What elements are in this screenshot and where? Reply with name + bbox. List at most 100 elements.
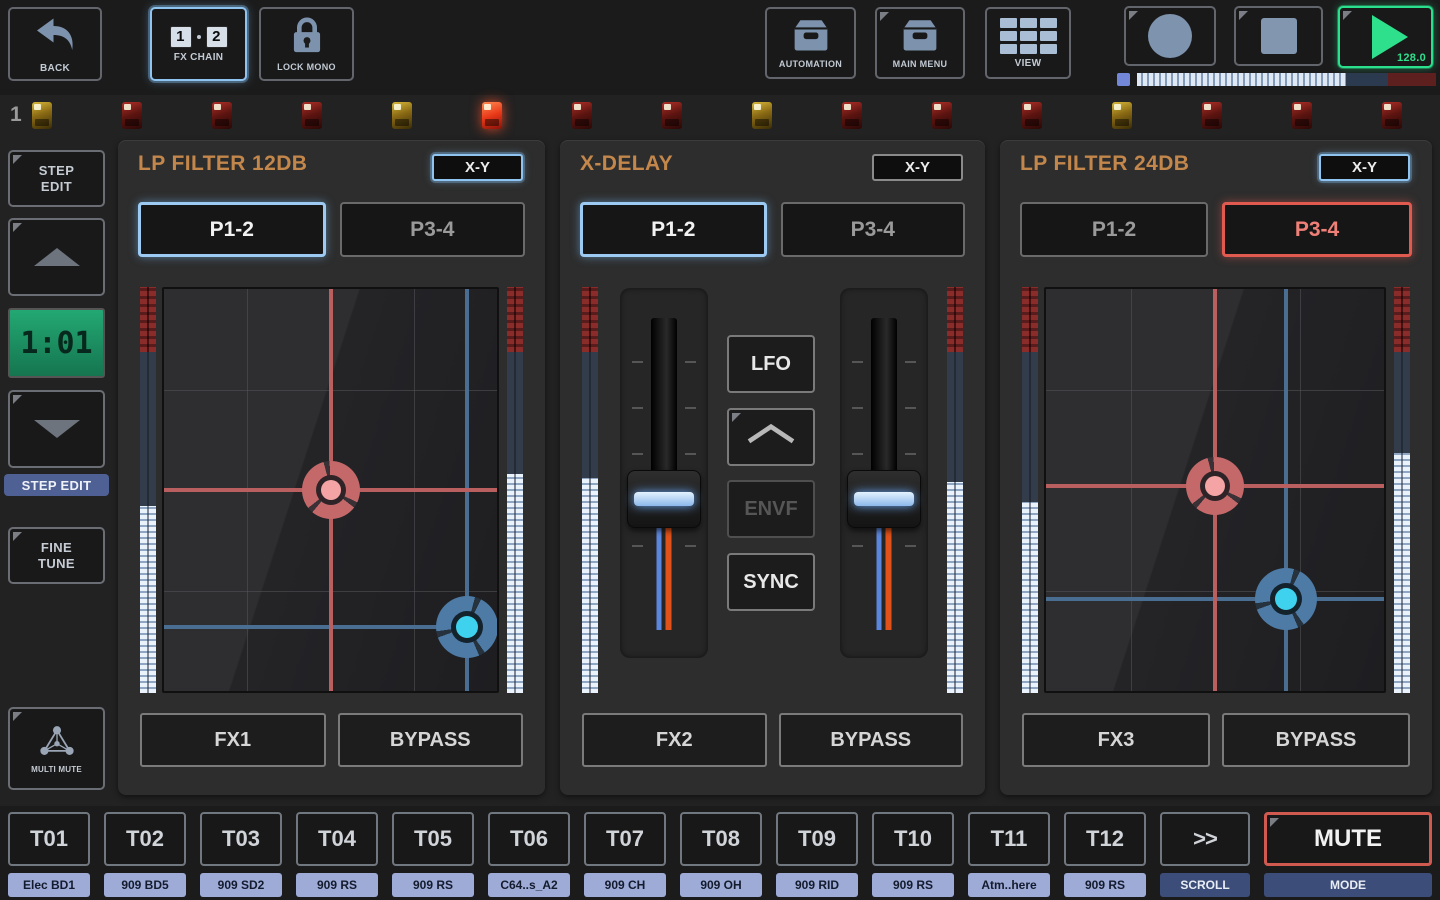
pad-icon[interactable] xyxy=(122,102,142,129)
scroll-up-button[interactable] xyxy=(8,218,105,296)
scroll-tracks-button[interactable]: >> xyxy=(1160,812,1250,866)
bpm-value: 128.0 xyxy=(1397,52,1426,64)
page-p34-button[interactable]: P3-4 xyxy=(1222,202,1412,257)
pad-icon[interactable] xyxy=(302,102,322,129)
fx-slot-button[interactable]: FX2 xyxy=(582,713,767,767)
track-button[interactable]: T07 xyxy=(584,812,666,866)
pad-icon[interactable] xyxy=(1292,102,1312,129)
pad-icon[interactable] xyxy=(392,102,412,129)
env-shape-button[interactable] xyxy=(727,408,815,466)
page-p34-button[interactable]: P3-4 xyxy=(781,202,966,257)
track-cell: T01 Elec BD1 xyxy=(8,812,90,897)
record-icon xyxy=(1148,14,1192,58)
pad-icon[interactable] xyxy=(662,102,682,129)
progress-dim xyxy=(1346,73,1388,86)
lfo-button[interactable]: LFO xyxy=(727,335,815,393)
mute-cell: MUTE MODE xyxy=(1264,812,1432,897)
track-button[interactable]: T04 xyxy=(296,812,378,866)
view-grid-icon xyxy=(1000,18,1057,54)
page-p12-button[interactable]: P1-2 xyxy=(580,202,767,257)
view-button[interactable]: VIEW xyxy=(985,7,1071,79)
feedback-slider[interactable] xyxy=(840,288,928,658)
page-p12-button[interactable]: P1-2 xyxy=(138,202,326,257)
step-edit-button[interactable]: STEP EDIT xyxy=(8,150,105,207)
track-label: 909 SD2 xyxy=(200,873,282,897)
panel-body: DELAY FEEDBACK LFO ENVF SYNC xyxy=(560,287,985,693)
automation-button[interactable]: AUTOMATION xyxy=(765,7,856,79)
track-cell: T06 C64..s_A2 xyxy=(488,812,570,897)
track-button[interactable]: T02 xyxy=(104,812,186,866)
puck-red[interactable] xyxy=(302,461,360,519)
pattern-index: 1 xyxy=(10,103,24,127)
back-button[interactable]: BACK xyxy=(8,7,102,81)
fine-tune-button[interactable]: FINE TUNE xyxy=(8,527,105,584)
xy-toggle-button[interactable]: X-Y xyxy=(432,154,523,181)
record-button[interactable] xyxy=(1124,6,1216,66)
level-meter-right xyxy=(1394,287,1410,693)
track-label: Elec BD1 xyxy=(8,873,90,897)
lock-mono-label: LOCK MONO xyxy=(277,62,336,72)
xy-pad[interactable] xyxy=(162,287,499,693)
main-menu-button[interactable]: MAIN MENU xyxy=(875,7,965,79)
fx-slot-button[interactable]: FX3 xyxy=(1022,713,1210,767)
pad-icon[interactable] xyxy=(572,102,592,129)
puck-blue[interactable] xyxy=(1255,568,1317,630)
track-button[interactable]: T01 xyxy=(8,812,90,866)
playback-progress xyxy=(1117,72,1436,86)
pad-icon[interactable] xyxy=(482,102,502,129)
page-p34-button[interactable]: P3-4 xyxy=(340,202,526,257)
pad-icon[interactable] xyxy=(212,102,232,129)
pad-icon[interactable] xyxy=(1202,102,1222,129)
mute-button[interactable]: MUTE xyxy=(1264,812,1432,866)
fx-chain-button[interactable]: 1 2 FX CHAIN xyxy=(150,7,247,81)
delay-slider[interactable] xyxy=(620,288,708,658)
track-label: Atm..here xyxy=(968,873,1050,897)
grid-line xyxy=(1300,289,1301,691)
track-button[interactable]: T09 xyxy=(776,812,858,866)
puck-red[interactable] xyxy=(1186,457,1244,515)
pad-icon[interactable] xyxy=(1022,102,1042,129)
play-button[interactable]: 128.0 xyxy=(1338,6,1433,68)
track-button[interactable]: T05 xyxy=(392,812,474,866)
panel-body xyxy=(118,287,545,693)
track-label: 909 CH xyxy=(584,873,666,897)
xy-pad[interactable] xyxy=(1044,287,1386,693)
pad-icon[interactable] xyxy=(1112,102,1132,129)
panel-title: LP FILTER 24DB xyxy=(1020,152,1189,176)
track-button[interactable]: T03 xyxy=(200,812,282,866)
fx-slot-button[interactable]: FX1 xyxy=(140,713,326,767)
puck-blue[interactable] xyxy=(436,596,498,658)
bypass-button[interactable]: BYPASS xyxy=(779,713,964,767)
scroll-label: SCROLL xyxy=(1160,873,1250,897)
level-meter-left xyxy=(582,287,598,693)
pad-icon[interactable] xyxy=(32,102,52,129)
slider-handle[interactable] xyxy=(847,470,921,528)
pad-icon[interactable] xyxy=(842,102,862,129)
track-button[interactable]: T08 xyxy=(680,812,762,866)
xy-toggle-button[interactable]: X-Y xyxy=(1319,154,1410,181)
envf-button[interactable]: ENVF xyxy=(727,480,815,538)
level-meter-right xyxy=(507,287,523,693)
track-button[interactable]: T12 xyxy=(1064,812,1146,866)
scroll-down-button[interactable] xyxy=(8,390,105,468)
multi-mute-button[interactable]: MULTI MUTE xyxy=(8,707,105,790)
track-row: T01 Elec BD1 T02 909 BD5 T03 909 SD2 T04… xyxy=(0,806,1440,900)
track-button[interactable]: T06 xyxy=(488,812,570,866)
slider-handle[interactable] xyxy=(627,470,701,528)
bypass-button[interactable]: BYPASS xyxy=(1222,713,1410,767)
pad-icon[interactable] xyxy=(1382,102,1402,129)
fx-chain-icon: 1 2 xyxy=(170,26,228,48)
bypass-button[interactable]: BYPASS xyxy=(338,713,524,767)
stop-button[interactable] xyxy=(1234,6,1323,66)
panel-body xyxy=(1000,287,1432,693)
level-meter-left xyxy=(140,287,156,693)
sync-button[interactable]: SYNC xyxy=(727,553,815,611)
track-button[interactable]: T10 xyxy=(872,812,954,866)
lock-mono-button[interactable]: LOCK MONO xyxy=(259,7,354,81)
pad-icon[interactable] xyxy=(932,102,952,129)
mode-label: MODE xyxy=(1264,873,1432,897)
track-button[interactable]: T11 xyxy=(968,812,1050,866)
pad-icon[interactable] xyxy=(752,102,772,129)
xy-toggle-button[interactable]: X-Y xyxy=(872,154,963,181)
page-p12-button[interactable]: P1-2 xyxy=(1020,202,1208,257)
